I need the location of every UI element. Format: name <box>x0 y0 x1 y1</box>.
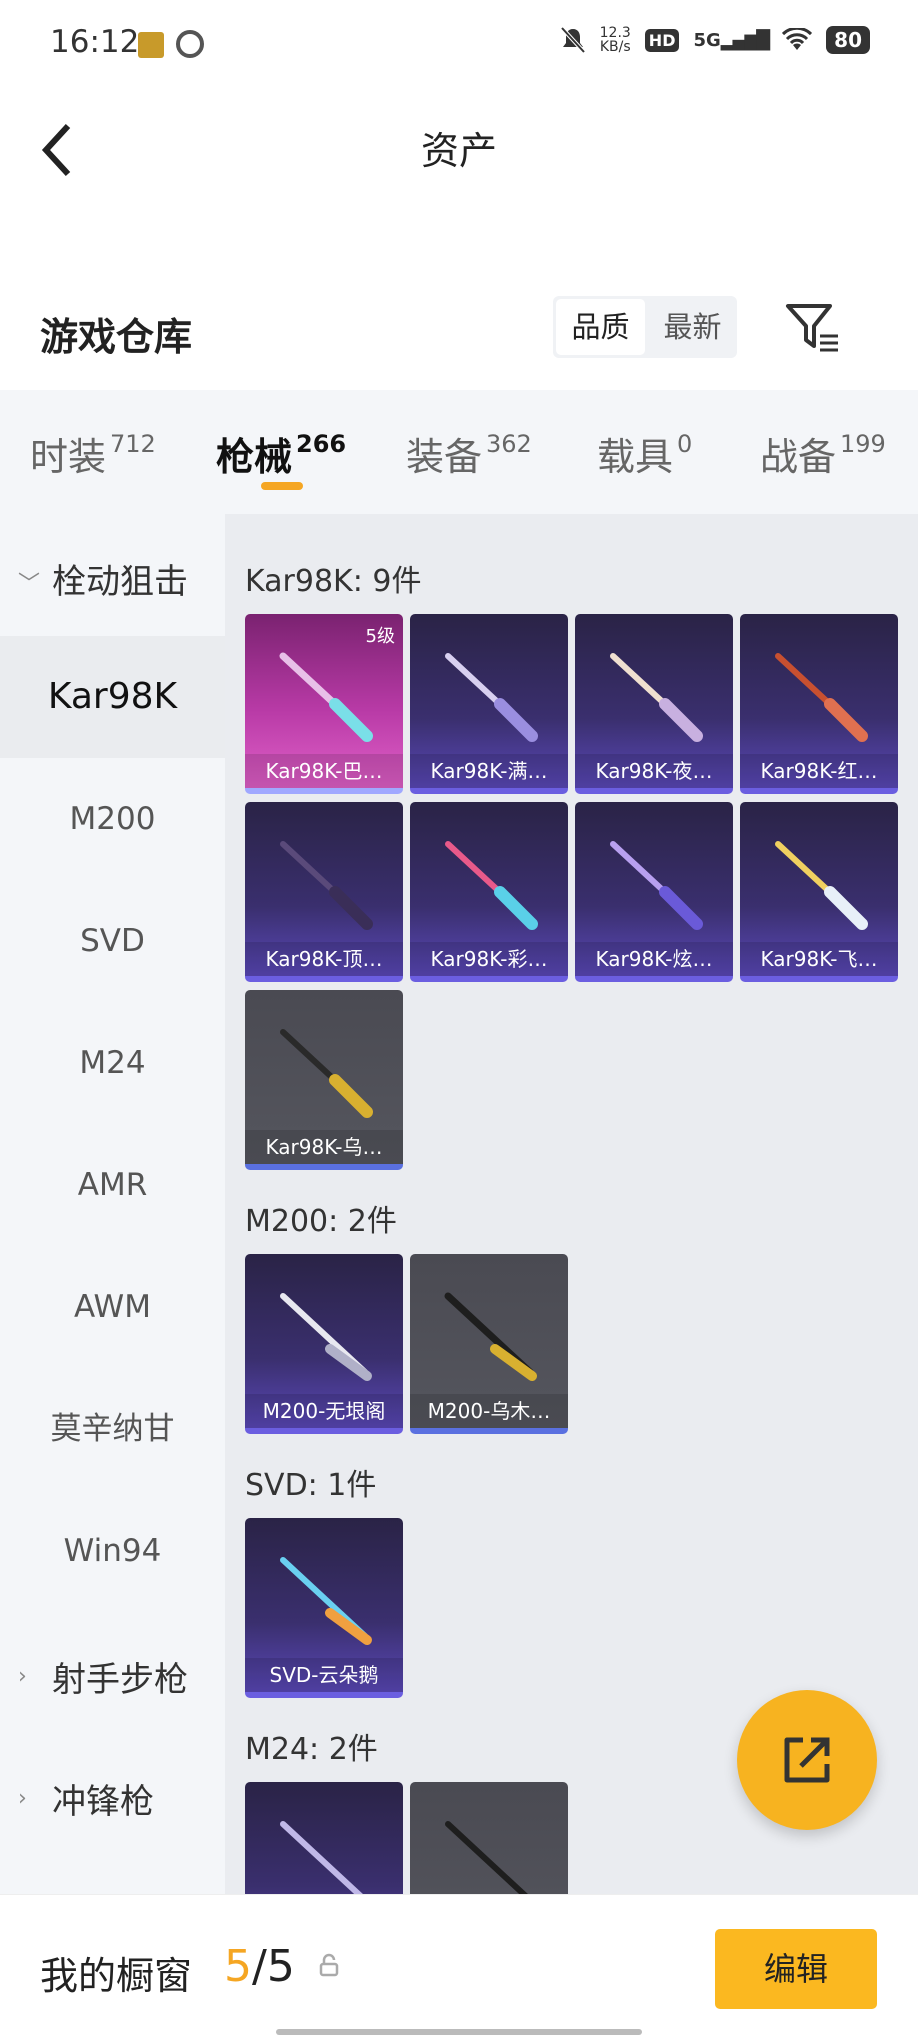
share-fab-button[interactable] <box>737 1690 877 1830</box>
rifle-icon <box>610 841 703 930</box>
rifle-icon <box>280 841 373 930</box>
rifle-icon <box>279 652 373 742</box>
tab-indicator <box>261 482 303 490</box>
item-label: Kar98K-飞… <box>740 942 898 976</box>
sidebar-category-marksman[interactable]: › 射手步枪 <box>0 1612 225 1734</box>
showcase-title: 我的橱窗 <box>40 1954 193 1998</box>
rifle-icon <box>445 841 538 930</box>
item-card[interactable]: Kar98K-乌… <box>245 990 403 1170</box>
item-label: Kar98K-炫… <box>575 942 733 976</box>
level-badge: 5级 <box>365 626 395 647</box>
item-card[interactable]: M200-乌木… <box>410 1254 568 1434</box>
share-external-icon <box>784 1737 830 1783</box>
battery-icon: 80 <box>826 26 870 54</box>
item-label: SVD-云朵鹅 <box>245 1658 403 1692</box>
screen: 16:12 12.3 KB/s HD 5G▂▄▆█ 80 资产 游戏仓库 品质 最… <box>0 0 918 2040</box>
filter-icon[interactable] <box>784 300 840 356</box>
chevron-down-icon: ﹀ <box>18 572 41 597</box>
category-tabs: 时装 712 枪械 266 装备 362 载具 0 战备 199 <box>0 390 918 514</box>
item-card[interactable]: Kar98K-彩… <box>410 802 568 982</box>
sidebar-category-bolt-sniper[interactable]: ﹀ 栓动狙击 <box>0 514 225 636</box>
item-grid-area: Kar98K: 9件 5级 Kar98K-巴… Kar98K-满… Kar98K… <box>225 514 918 1894</box>
home-indicator <box>276 2029 642 2035</box>
group-title-m200: M200: 2件 <box>245 1204 397 1239</box>
rifle-icon <box>280 1293 372 1381</box>
rifle-icon <box>280 1821 363 1894</box>
sort-quality-button[interactable]: 品质 <box>556 299 645 355</box>
warehouse-header: 游戏仓库 品质 最新 <box>0 270 918 390</box>
sidebar-item-svd[interactable]: SVD <box>0 880 225 1002</box>
rifle-icon <box>610 653 703 742</box>
status-time: 16:12 <box>50 24 140 60</box>
tab-vehicles[interactable]: 载具 0 <box>597 426 692 481</box>
sidebar-item-m24[interactable]: M24 <box>0 1002 225 1124</box>
rifle-icon <box>775 841 868 930</box>
sidebar-item-kar98k[interactable]: Kar98K <box>0 636 225 758</box>
sidebar-item-awm[interactable]: AWM <box>0 1246 225 1368</box>
hd-icon: HD <box>644 28 680 52</box>
item-card[interactable]: 5级 Kar98K-巴… <box>245 614 403 794</box>
item-card[interactable] <box>245 1782 403 1894</box>
item-card[interactable]: Kar98K-红… <box>740 614 898 794</box>
tab-guns[interactable]: 枪械 266 <box>216 426 346 481</box>
showcase-count: 5/5 <box>224 1941 295 1992</box>
sort-newest-button[interactable]: 最新 <box>648 296 737 358</box>
chevron-right-icon: › <box>18 1786 27 1811</box>
status-right: 12.3 KB/s HD 5G▂▄▆█ 80 <box>560 26 870 54</box>
app-notification-icon <box>138 32 164 58</box>
status-bar: 16:12 12.3 KB/s HD 5G▂▄▆█ 80 <box>0 0 918 92</box>
sidebar-item-mosin[interactable]: 莫辛纳甘 <box>0 1368 225 1490</box>
item-card[interactable]: Kar98K-飞… <box>740 802 898 982</box>
net-speed: 12.3 KB/s <box>599 25 631 55</box>
item-label: Kar98K-彩… <box>410 942 568 976</box>
lock-icon <box>319 1953 339 1977</box>
mute-bell-icon <box>560 26 586 54</box>
item-label: Kar98K-夜… <box>575 754 733 788</box>
item-label: M200-无垠阁 <box>245 1394 403 1428</box>
page-title: 资产 <box>420 129 497 173</box>
showcase-bar: 我的橱窗 5/5 编辑 <box>0 1894 918 2040</box>
rifle-icon <box>445 653 538 742</box>
sidebar-category-smg[interactable]: › 冲锋枪 <box>0 1734 225 1856</box>
item-label: Kar98K-乌… <box>245 1130 403 1164</box>
wifi-icon <box>782 28 813 50</box>
item-card[interactable]: Kar98K-顶… <box>245 802 403 982</box>
rifle-icon <box>775 653 868 742</box>
app-notification-icon-2 <box>176 30 204 58</box>
edit-button[interactable]: 编辑 <box>715 1929 877 2009</box>
item-label: Kar98K-红… <box>740 754 898 788</box>
group-title-m24: M24: 2件 <box>245 1732 378 1767</box>
tab-supplies[interactable]: 战备 199 <box>760 426 886 481</box>
signal-5g-icon: 5G▂▄▆█ <box>693 29 770 51</box>
item-card[interactable]: Kar98K-夜… <box>575 614 733 794</box>
item-label: M200-乌木… <box>410 1394 568 1428</box>
tab-fashion[interactable]: 时装 712 <box>30 426 156 481</box>
sidebar: ﹀ 栓动狙击 Kar98K M200 SVD M24 AMR AWM 莫辛纳甘 … <box>0 514 225 1894</box>
group-title-kar98k: Kar98K: 9件 <box>245 564 422 599</box>
item-card[interactable]: SVD-云朵鹅 <box>245 1518 403 1698</box>
item-card[interactable]: M200-无垠阁 <box>245 1254 403 1434</box>
sidebar-item-m200[interactable]: M200 <box>0 758 225 880</box>
tab-equipment[interactable]: 装备 362 <box>406 426 532 481</box>
rifle-icon <box>280 1557 372 1645</box>
item-card[interactable] <box>410 1782 568 1894</box>
sort-toggle: 品质 最新 <box>553 296 737 358</box>
warehouse-title: 游戏仓库 <box>40 315 193 359</box>
rifle-icon <box>444 1292 537 1381</box>
sidebar-item-amr[interactable]: AMR <box>0 1124 225 1246</box>
rifle-icon <box>445 1821 528 1894</box>
group-title-svd: SVD: 1件 <box>245 1468 377 1503</box>
item-label: Kar98K-顶… <box>245 942 403 976</box>
item-card[interactable]: Kar98K-炫… <box>575 802 733 982</box>
item-card[interactable]: Kar98K-满… <box>410 614 568 794</box>
item-label: Kar98K-满… <box>410 754 568 788</box>
rifle-icon <box>280 1029 373 1118</box>
page-header: 资产 <box>0 92 918 292</box>
chevron-right-icon: › <box>18 1664 27 1689</box>
sidebar-item-win94[interactable]: Win94 <box>0 1490 225 1612</box>
item-label: Kar98K-巴… <box>245 754 403 788</box>
